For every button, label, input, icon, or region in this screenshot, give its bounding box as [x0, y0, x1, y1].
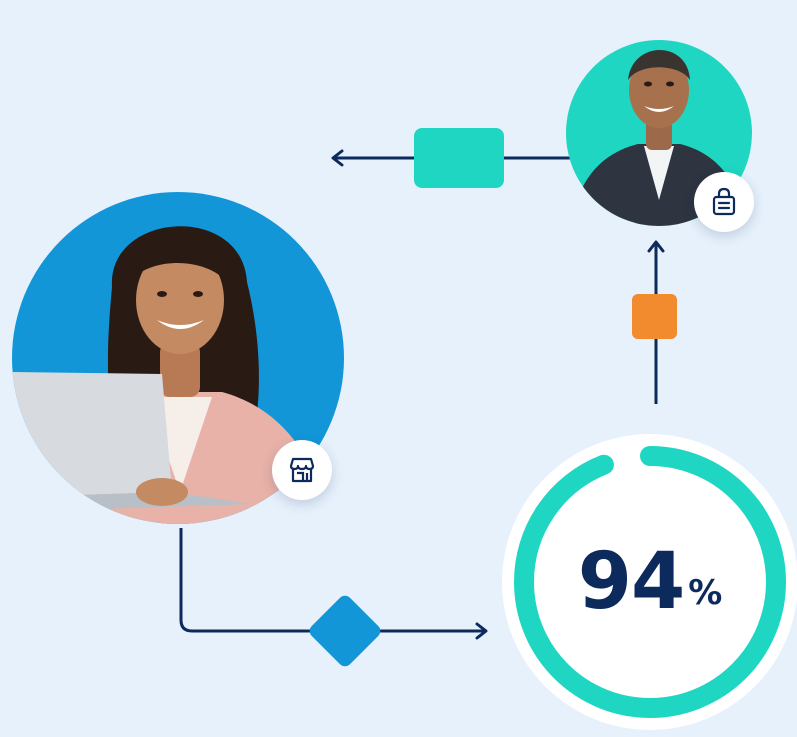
- flow-diagram: 94 %: [0, 0, 797, 736]
- buyer-badge: [694, 172, 754, 232]
- merchant-badge: [272, 440, 332, 500]
- teal-node: [414, 128, 504, 188]
- progress-gauge: 94 %: [500, 432, 797, 732]
- gauge-readout: 94 %: [500, 432, 797, 732]
- blue-diamond-node: [309, 595, 381, 667]
- gauge-value: 94: [577, 537, 686, 627]
- storefront-icon: [289, 457, 315, 483]
- shopping-bag-icon: [712, 187, 736, 216]
- orange-node: [632, 294, 677, 339]
- gauge-unit: %: [688, 573, 723, 613]
